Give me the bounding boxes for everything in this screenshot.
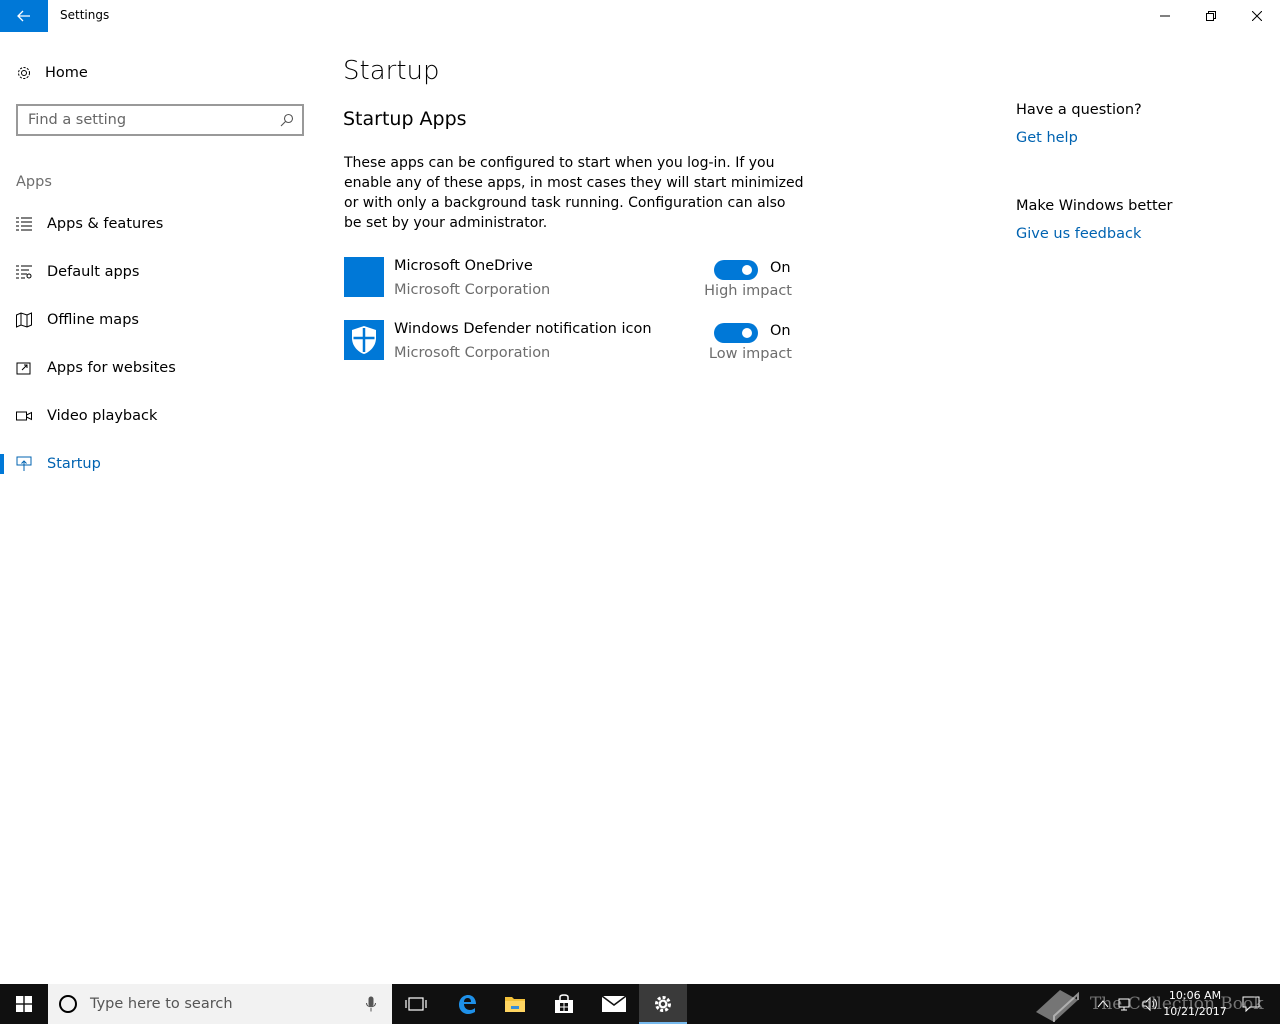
impact-label: High impact xyxy=(704,283,792,299)
feedback-heading: Make Windows better xyxy=(1016,198,1173,214)
toggle-state-label: On xyxy=(770,323,791,339)
minimize-button[interactable] xyxy=(1142,0,1188,32)
restore-icon xyxy=(1206,11,1216,21)
back-button[interactable] xyxy=(0,0,48,32)
edge-icon xyxy=(459,995,476,1014)
startup-toggle[interactable] xyxy=(714,260,758,280)
sidebar-item-label: Offline maps xyxy=(47,312,139,328)
app-name: Microsoft OneDrive xyxy=(394,258,533,274)
sidebar-item-apps-for-websites[interactable]: Apps for websites xyxy=(0,348,320,388)
search-icon[interactable] xyxy=(272,113,302,127)
mail-icon xyxy=(602,996,626,1012)
onedrive-icon xyxy=(344,257,384,297)
sidebar-item-label: Default apps xyxy=(47,264,140,280)
chevron-up-icon xyxy=(1097,1000,1109,1008)
cortana-icon xyxy=(59,995,77,1013)
network-tray-icon[interactable] xyxy=(1118,996,1134,1012)
toggle-knob xyxy=(742,328,752,338)
find-setting-search[interactable] xyxy=(16,104,304,136)
impact-label: Low impact xyxy=(708,346,792,362)
startup-toggle[interactable] xyxy=(714,323,758,343)
settings-taskbar-button[interactable] xyxy=(639,984,687,1024)
section-label-apps: Apps xyxy=(16,174,52,190)
file-explorer-button[interactable] xyxy=(491,984,539,1024)
network-icon xyxy=(1118,998,1130,1011)
task-view-icon xyxy=(405,997,427,1011)
startup-app-row: Microsoft OneDrive Microsoft Corporation… xyxy=(344,257,804,299)
back-arrow-icon xyxy=(17,10,30,22)
get-help-link[interactable]: Get help xyxy=(1016,130,1078,146)
sidebar-item-offline-maps[interactable]: Offline maps xyxy=(0,300,320,340)
close-icon xyxy=(1252,11,1262,21)
volume-tray-icon[interactable] xyxy=(1142,996,1158,1012)
startup-description: These apps can be configured to start wh… xyxy=(344,155,804,231)
store-bag-icon xyxy=(555,994,573,1013)
toggle-knob xyxy=(742,265,752,275)
app-publisher: Microsoft Corporation xyxy=(394,345,551,361)
sidebar-item-startup[interactable]: Startup xyxy=(0,444,320,484)
list-icon xyxy=(16,217,32,231)
action-center-button[interactable] xyxy=(1240,996,1262,1012)
map-icon xyxy=(16,312,32,328)
startup-icon xyxy=(16,456,32,471)
startup-app-row: Windows Defender notification icon Micro… xyxy=(344,320,804,362)
section-title: Startup Apps xyxy=(343,108,467,130)
close-button[interactable] xyxy=(1234,0,1280,32)
default-apps-icon xyxy=(16,265,32,279)
search-input[interactable] xyxy=(28,112,272,128)
page-title: Startup xyxy=(343,56,440,86)
microphone-icon[interactable] xyxy=(366,996,376,1012)
question-heading: Have a question? xyxy=(1016,102,1142,118)
settings-gear-icon xyxy=(655,996,671,1012)
toggle-state-label: On xyxy=(770,260,791,276)
start-button[interactable] xyxy=(0,984,48,1024)
clock-time: 10:06 AM xyxy=(1168,989,1222,1002)
sidebar-item-label: Video playback xyxy=(47,408,158,424)
shield-icon xyxy=(344,320,384,360)
sidebar-item-label: Apps for websites xyxy=(47,360,176,376)
taskbar-clock[interactable]: 10:06 AM 10/21/2017 xyxy=(1160,988,1230,1020)
sidebar-item-apps-features[interactable]: Apps & features xyxy=(0,204,320,244)
mail-button[interactable] xyxy=(590,984,638,1024)
video-icon xyxy=(16,411,32,421)
restore-button[interactable] xyxy=(1188,0,1234,32)
home-nav-item[interactable]: Home xyxy=(16,60,88,86)
minimize-icon xyxy=(1160,15,1170,17)
taskbar: Type here to search 10:06 AM 10/21/2017 xyxy=(0,984,1280,1024)
taskbar-search-placeholder: Type here to search xyxy=(90,996,233,1012)
show-hidden-icons-button[interactable] xyxy=(1095,996,1111,1012)
task-view-button[interactable] xyxy=(392,984,440,1024)
edge-taskbar-button[interactable] xyxy=(443,984,491,1024)
clock-date: 10/21/2017 xyxy=(1163,1005,1227,1018)
store-button[interactable] xyxy=(540,984,588,1024)
sidebar-item-video-playback[interactable]: Video playback xyxy=(0,396,320,436)
folder-icon xyxy=(505,997,525,1012)
window-title: Settings xyxy=(60,8,110,22)
give-feedback-link[interactable]: Give us feedback xyxy=(1016,226,1141,242)
app-publisher: Microsoft Corporation xyxy=(394,282,551,298)
sidebar-item-label: Startup xyxy=(47,456,101,472)
active-indicator xyxy=(0,454,4,474)
home-label: Home xyxy=(45,65,88,81)
windows-logo-icon xyxy=(16,996,32,1012)
taskbar-search-box[interactable]: Type here to search xyxy=(48,984,392,1024)
notification-icon xyxy=(1242,996,1260,1012)
speaker-icon xyxy=(1142,996,1157,1012)
sidebar-item-label: Apps & features xyxy=(47,216,164,232)
gear-icon xyxy=(18,67,30,79)
title-bar: Settings xyxy=(0,0,1280,32)
link-box-icon xyxy=(16,362,31,375)
sidebar-item-default-apps[interactable]: Default apps xyxy=(0,252,320,292)
app-name: Windows Defender notification icon xyxy=(394,321,652,337)
